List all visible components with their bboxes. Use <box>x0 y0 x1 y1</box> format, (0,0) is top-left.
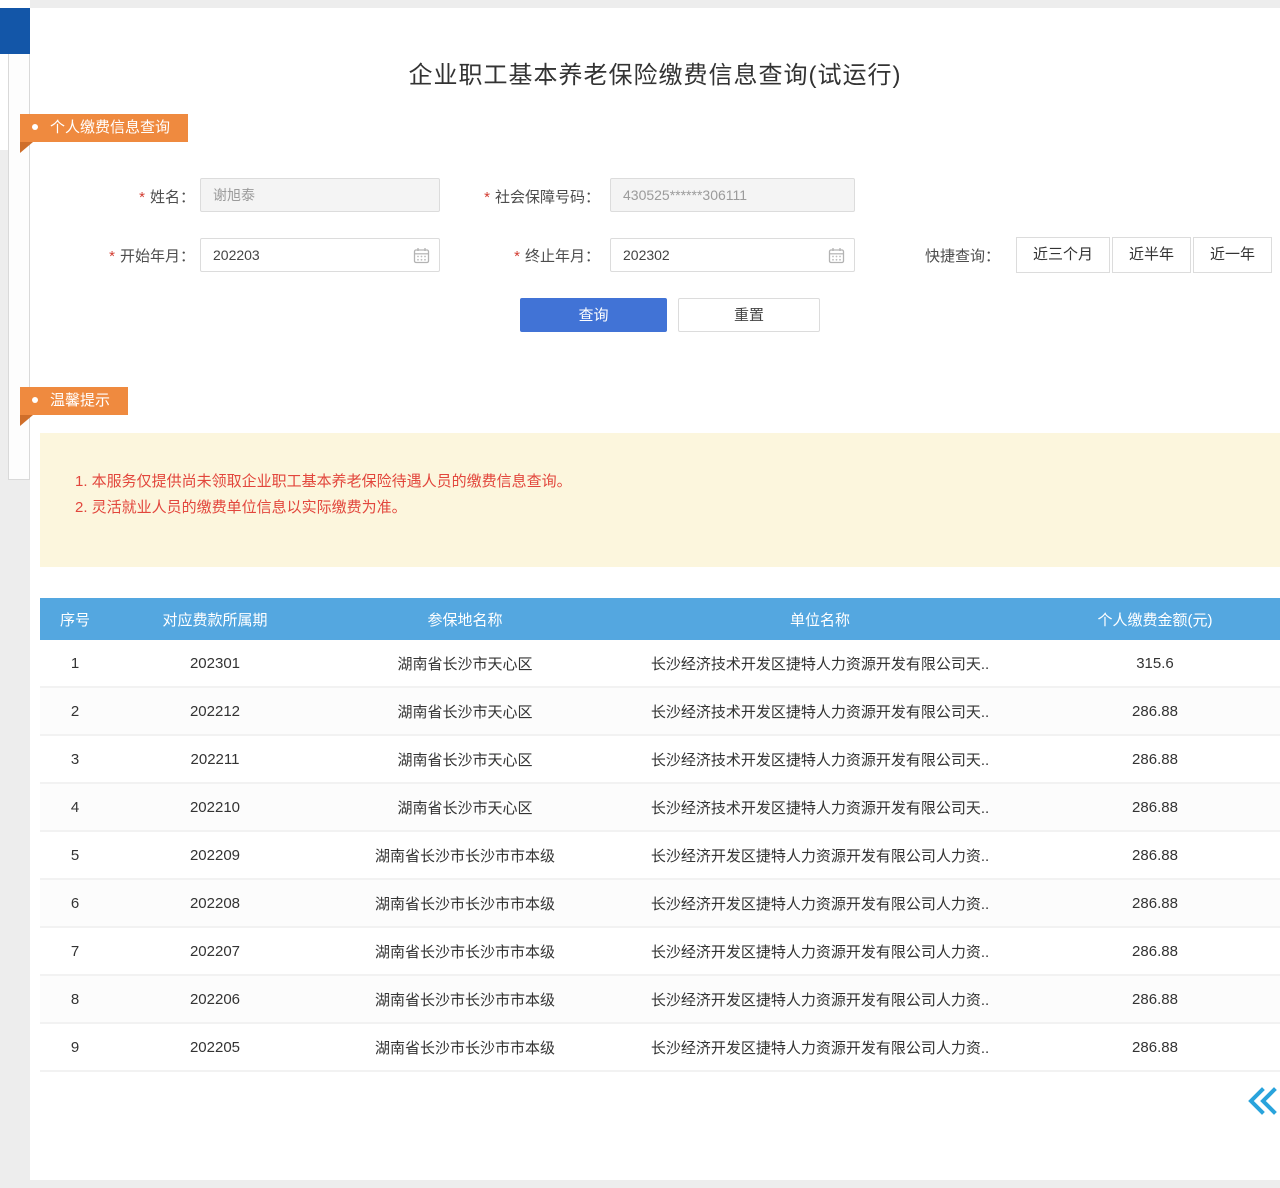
table-row: 8202206湖南省长沙市长沙市市本级长沙经济开发区捷特人力资源开发有限公司人力… <box>40 976 1280 1024</box>
table-cell: 9 <box>40 1024 110 1070</box>
payment-table-header: 序号对应费款所属期参保地名称单位名称个人缴费金额(元) <box>40 598 1280 640</box>
table-cell: 3 <box>40 736 110 782</box>
table-row: 9202205湖南省长沙市长沙市市本级长沙经济开发区捷特人力资源开发有限公司人力… <box>40 1024 1280 1072</box>
table-cell: 202209 <box>110 832 320 878</box>
table-cell: 6 <box>40 880 110 926</box>
table-cell: 202206 <box>110 976 320 1022</box>
ssn-label: *社会保障号码： <box>450 186 600 207</box>
table-cell: 4 <box>40 784 110 830</box>
table-cell: 湖南省长沙市长沙市市本级 <box>320 1024 610 1070</box>
table-cell: 湖南省长沙市天心区 <box>320 784 610 830</box>
table-cell: 315.6 <box>1030 640 1280 686</box>
table-row: 6202208湖南省长沙市长沙市市本级长沙经济开发区捷特人力资源开发有限公司人力… <box>40 880 1280 928</box>
table-cell: 202205 <box>110 1024 320 1070</box>
table-cell: 2 <box>40 688 110 734</box>
table-cell: 湖南省长沙市天心区 <box>320 640 610 686</box>
quick-query-button[interactable]: 近半年 <box>1112 237 1191 273</box>
section-badge-label: 个人缴费信息查询 <box>50 119 170 136</box>
table-cell: 1 <box>40 640 110 686</box>
table-cell: 8 <box>40 976 110 1022</box>
table-cell: 202301 <box>110 640 320 686</box>
section-badge-personal-query: 个人缴费信息查询 <box>20 114 188 142</box>
required-asterisk: * <box>514 248 520 265</box>
table-cell: 长沙经济开发区捷特人力资源开发有限公司人力资.. <box>610 832 1030 878</box>
table-cell: 长沙经济技术开发区捷特人力资源开发有限公司天.. <box>610 784 1030 830</box>
table-cell: 湖南省长沙市长沙市市本级 <box>320 928 610 974</box>
sidebar-collapsed-tab[interactable] <box>0 8 30 54</box>
tip-line: 2. 灵活就业人员的缴费单位信息以实际缴费为准。 <box>75 495 1260 521</box>
start-month-label: *开始年月： <box>60 245 195 266</box>
table-cell: 202211 <box>110 736 320 782</box>
calendar-icon[interactable] <box>413 247 430 264</box>
table-cell: 286.88 <box>1030 880 1280 926</box>
section-badge-label: 温馨提示 <box>50 392 110 409</box>
table-cell: 286.88 <box>1030 832 1280 878</box>
quick-query-button[interactable]: 近一年 <box>1193 237 1272 273</box>
table-cell: 5 <box>40 832 110 878</box>
table-cell: 湖南省长沙市长沙市市本级 <box>320 976 610 1022</box>
ssn-field[interactable]: 430525******306111 <box>610 178 855 212</box>
table-header-cell: 个人缴费金额(元) <box>1030 598 1280 640</box>
table-cell: 长沙经济开发区捷特人力资源开发有限公司人力资.. <box>610 976 1030 1022</box>
table-cell: 286.88 <box>1030 928 1280 974</box>
table-cell: 长沙经济技术开发区捷特人力资源开发有限公司天.. <box>610 736 1030 782</box>
table-cell: 202208 <box>110 880 320 926</box>
required-asterisk: * <box>484 189 490 206</box>
table-row: 2202212湖南省长沙市天心区长沙经济技术开发区捷特人力资源开发有限公司天..… <box>40 688 1280 736</box>
page-title: 企业职工基本养老保险缴费信息查询(试运行) <box>30 55 1280 90</box>
table-cell: 湖南省长沙市天心区 <box>320 688 610 734</box>
ribbon-fold <box>20 415 33 426</box>
table-cell: 202210 <box>110 784 320 830</box>
quick-query-button[interactable]: 近三个月 <box>1016 237 1110 273</box>
table-header-cell: 序号 <box>40 598 110 640</box>
payment-table: 序号对应费款所属期参保地名称单位名称个人缴费金额(元) 1202301湖南省长沙… <box>40 598 1280 1072</box>
reset-button[interactable]: 重置 <box>678 298 820 332</box>
table-cell: 长沙经济开发区捷特人力资源开发有限公司人力资.. <box>610 928 1030 974</box>
tip-line: 1. 本服务仅提供尚未领取企业职工基本养老保险待遇人员的缴费信息查询。 <box>75 469 1260 495</box>
table-cell: 202212 <box>110 688 320 734</box>
table-row: 1202301湖南省长沙市天心区长沙经济技术开发区捷特人力资源开发有限公司天..… <box>40 640 1280 688</box>
table-row: 3202211湖南省长沙市天心区长沙经济技术开发区捷特人力资源开发有限公司天..… <box>40 736 1280 784</box>
end-month-label: *终止年月： <box>450 245 600 266</box>
table-cell: 286.88 <box>1030 736 1280 782</box>
table-cell: 湖南省长沙市长沙市市本级 <box>320 880 610 926</box>
table-cell: 202207 <box>110 928 320 974</box>
start-month-field[interactable]: 202203 <box>200 238 440 272</box>
query-button[interactable]: 查询 <box>520 298 667 332</box>
table-cell: 长沙经济技术开发区捷特人力资源开发有限公司天.. <box>610 688 1030 734</box>
table-cell: 长沙经济开发区捷特人力资源开发有限公司人力资.. <box>610 1024 1030 1070</box>
table-cell: 长沙经济技术开发区捷特人力资源开发有限公司天.. <box>610 640 1030 686</box>
calendar-icon[interactable] <box>828 247 845 264</box>
bullet-icon <box>32 397 38 403</box>
table-header-cell: 对应费款所属期 <box>110 598 320 640</box>
table-row: 5202209湖南省长沙市长沙市市本级长沙经济开发区捷特人力资源开发有限公司人力… <box>40 832 1280 880</box>
table-cell: 286.88 <box>1030 688 1280 734</box>
payment-table-body: 1202301湖南省长沙市天心区长沙经济技术开发区捷特人力资源开发有限公司天..… <box>40 640 1280 1072</box>
name-field[interactable]: 谢旭泰 <box>200 178 440 212</box>
table-header-cell: 参保地名称 <box>320 598 610 640</box>
table-cell: 286.88 <box>1030 976 1280 1022</box>
name-label: *姓名： <box>60 186 195 207</box>
table-cell: 湖南省长沙市天心区 <box>320 736 610 782</box>
ribbon-fold <box>20 142 33 153</box>
collapse-chevron-icon[interactable] <box>1246 1084 1280 1118</box>
table-cell: 7 <box>40 928 110 974</box>
tips-panel: 1. 本服务仅提供尚未领取企业职工基本养老保险待遇人员的缴费信息查询。2. 灵活… <box>40 433 1280 567</box>
table-cell: 286.88 <box>1030 1024 1280 1070</box>
quick-query-group: 近三个月近半年近一年 <box>1016 237 1272 273</box>
table-header-cell: 单位名称 <box>610 598 1030 640</box>
quick-query-label: 快捷查询： <box>925 245 1000 266</box>
table-cell: 湖南省长沙市长沙市市本级 <box>320 832 610 878</box>
section-badge-tips: 温馨提示 <box>20 387 128 415</box>
table-cell: 长沙经济开发区捷特人力资源开发有限公司人力资.. <box>610 880 1030 926</box>
required-asterisk: * <box>109 248 115 265</box>
bullet-icon <box>32 124 38 130</box>
table-row: 4202210湖南省长沙市天心区长沙经济技术开发区捷特人力资源开发有限公司天..… <box>40 784 1280 832</box>
required-asterisk: * <box>139 189 145 206</box>
end-month-field[interactable]: 202302 <box>610 238 855 272</box>
table-row: 7202207湖南省长沙市长沙市市本级长沙经济开发区捷特人力资源开发有限公司人力… <box>40 928 1280 976</box>
table-cell: 286.88 <box>1030 784 1280 830</box>
